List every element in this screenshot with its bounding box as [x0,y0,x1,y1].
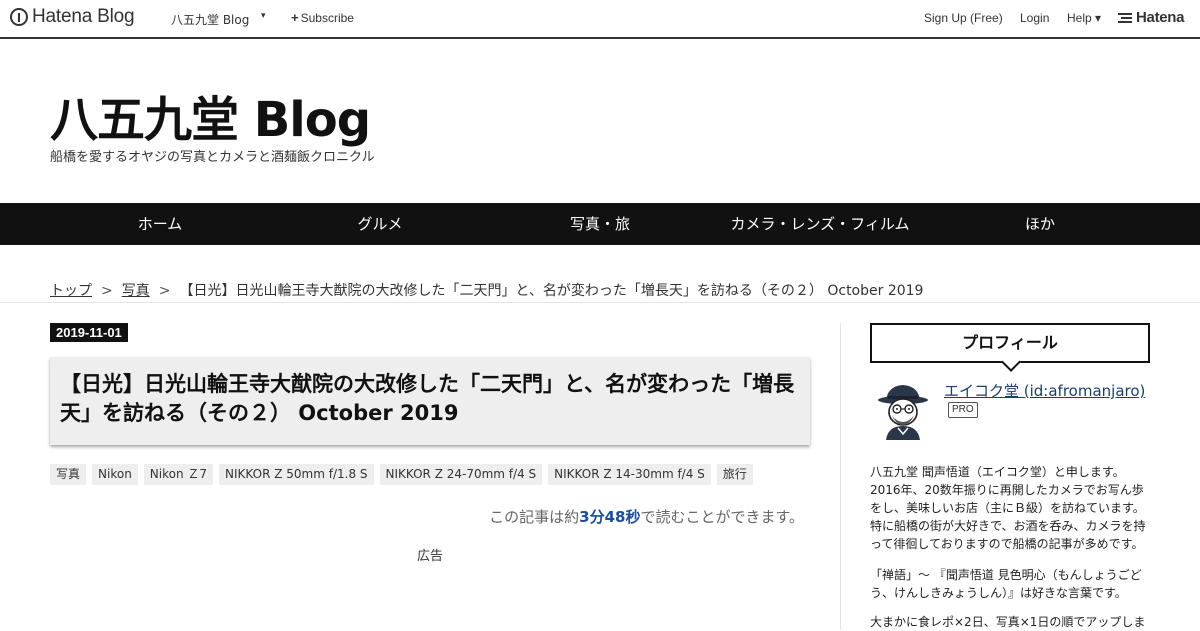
profile-paragraph-1: 八五九堂 聞声悟道（エイコク堂）と申します。2016年、20数年振りに再開したカ… [870,465,1146,551]
hatena-blog-logo-text: Hatena Blog [32,6,135,27]
hatena-logo-text: Hatena [1136,9,1185,26]
tag-item[interactable]: NIKKOR Z 50mm f/1.8 S [219,464,374,485]
breadcrumb-top-link[interactable]: トップ [50,283,92,299]
tag-item[interactable]: 旅行 [716,464,753,485]
chevron-down-icon[interactable]: ▾ [261,11,266,21]
ad-label: 広告 [417,549,444,564]
breadcrumb-separator: > [158,283,171,299]
login-link[interactable]: Login [1020,11,1049,25]
tag-item[interactable]: 写真 [50,464,87,485]
entry-title-box: 【日光】日光山輪王寺大猷院の大改修した「二天門」と、名が変わった「増長天」を訪ね… [50,357,810,445]
signup-link[interactable]: Sign Up (Free) [924,11,1003,25]
entry-tags: 写真 Nikon Nikon Ｚ7 NIKKOR Z 50mm f/1.8 S … [50,464,759,485]
global-nav: ホーム グルメ 写真・旅 カメラ・レンズ・フィルム ほか [0,203,1200,245]
subscribe-button[interactable]: + Subscribe [291,10,354,25]
breadcrumb-category-link[interactable]: 写真 [122,283,150,299]
tag-item[interactable]: NIKKOR Z 14-30mm f/4 S [548,464,711,485]
breadcrumb-current: 【日光】日光山輪王寺大猷院の大改修した「二天門」と、名が変わった「増長天」を訪ね… [179,283,924,299]
entry-title[interactable]: 【日光】日光山輪王寺大猷院の大改修した「二天門」と、名が変わった「増長天」を訪ね… [60,370,800,428]
nav-item-camera-lens-film[interactable]: カメラ・レンズ・フィルム [730,203,909,245]
entry-date[interactable]: 2019-11-01 [50,323,128,342]
read-time-suffix: で読むことができます。 [640,508,804,526]
profile-heading: プロフィール [870,323,1150,363]
profile-name-link[interactable]: エイコク堂 (id:afromanjaro) [944,380,1145,401]
read-time-value: 3分48秒 [579,508,641,526]
plus-icon: + [291,10,299,25]
help-menu[interactable]: Help ▾ [1067,11,1101,25]
nav-item-other[interactable]: ほか [1025,203,1055,245]
breadcrumb-divider [0,302,1200,303]
blog-title[interactable]: 八五九堂 Blog [50,80,371,150]
hatena-topbar: Hatena Blog 八五九堂 Blog ▾ + Subscribe Sign … [0,0,1200,39]
pro-badge: PRO [948,402,978,418]
tag-item[interactable]: Nikon Ｚ7 [143,464,214,485]
profile-paragraph-3: 大まかに食レポ×2日、写真×1日の順でアップしま [870,615,1146,629]
topbar-blog-name[interactable]: 八五九堂 Blog [171,11,249,28]
read-time: この記事は約3分48秒で読むことができます。 [489,506,804,527]
breadcrumb: トップ > 写真 > 【日光】日光山輪王寺大猷院の大改修した「二天門」と、名が変わった「… [50,280,923,300]
profile-paragraph-2: 「禅語」～ 『聞声悟道 見色明心（もんしょうごどう、けんしきみょうしん）』は好き… [870,568,1142,600]
hatena-blog-logo-icon [10,8,28,26]
hatena-blog-logo[interactable]: Hatena Blog [10,6,135,28]
tag-item[interactable]: NIKKOR Z 24-70mm f/4 S [379,464,543,485]
nav-item-home[interactable]: ホーム [138,203,183,245]
nav-item-photo-travel[interactable]: 写真・旅 [570,203,630,245]
read-time-prefix: この記事は約 [489,508,580,526]
hatena-logo[interactable]: Hatena [1118,9,1185,26]
subscribe-label: Subscribe [300,11,354,25]
avatar[interactable] [872,378,934,440]
sidebar-divider [840,323,841,630]
hatena-logo-icon [1118,12,1132,23]
blog-description: 船橋を愛するオヤジの写真とカメラと酒麺飯クロニクル [50,150,375,165]
breadcrumb-separator: > [101,283,113,299]
nav-item-gourmet[interactable]: グルメ [357,203,402,245]
tag-item[interactable]: Nikon [92,464,138,485]
